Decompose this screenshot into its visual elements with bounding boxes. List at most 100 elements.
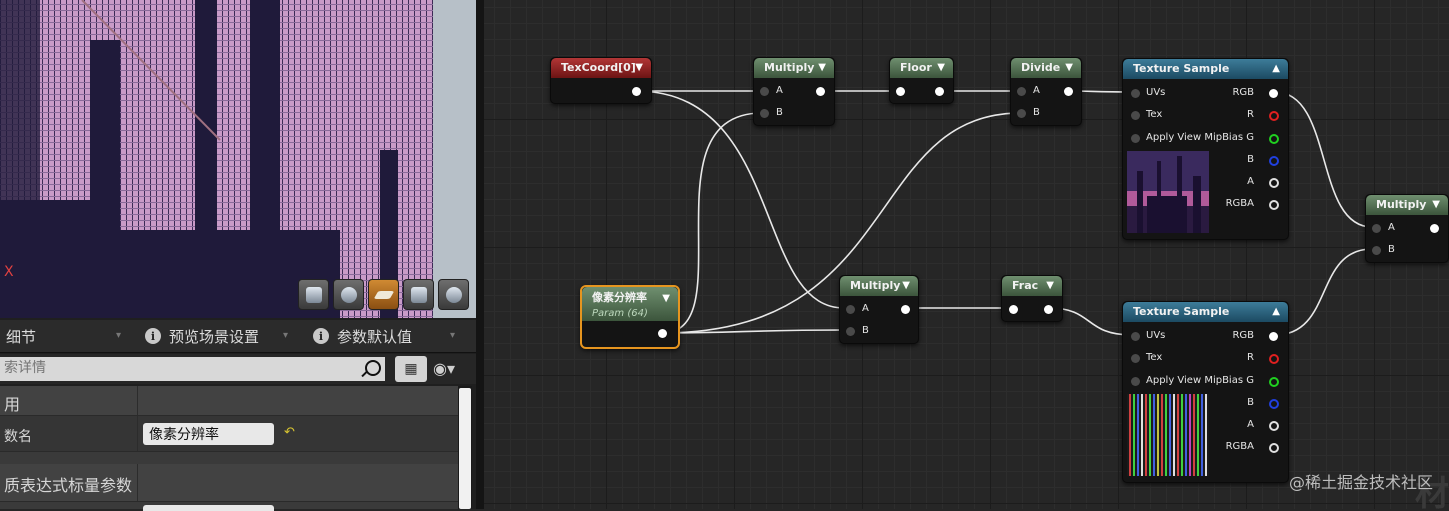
tab-preview-close-icon[interactable]: ▾	[283, 330, 288, 341]
scrollbar-thumb[interactable]	[459, 388, 471, 509]
chevron-down-icon[interactable]: ▼	[937, 58, 945, 78]
left-pane: X 细节 ▾ i 预览场景设置 ▾ i 参数默认值 ▾ ▦ ◉▾ 用	[0, 0, 476, 511]
info-icon: i	[145, 328, 161, 344]
input-pin[interactable]	[896, 87, 905, 96]
wire-texsample2-multiply-b	[1274, 248, 1373, 336]
node-texcoord[interactable]: TexCoord[0] ▼	[550, 57, 652, 104]
node-title: Multiply ▼	[754, 58, 834, 78]
material-preview-viewport[interactable]: X	[0, 0, 476, 318]
chevron-down-icon[interactable]: ▼	[1046, 276, 1054, 296]
output-pin-b[interactable]	[1269, 156, 1279, 166]
node-title-text: Multiply	[850, 279, 901, 292]
chevron-up-icon[interactable]: ▲	[1272, 302, 1280, 322]
input-pin-mip[interactable]	[1131, 377, 1140, 386]
pin-label: B	[776, 107, 783, 118]
tab-details-close-icon[interactable]: ▾	[116, 330, 121, 341]
input-pin-mip[interactable]	[1131, 134, 1140, 143]
pin-label: B	[1247, 154, 1254, 165]
pin-label: G	[1246, 375, 1254, 386]
material-graph-canvas[interactable]: TexCoord[0] ▼ Multiply ▼ A B Floor ▼ Divide…	[484, 0, 1449, 509]
output-pin[interactable]	[658, 329, 667, 338]
sphere-icon[interactable]	[333, 279, 364, 310]
output-pin[interactable]	[935, 87, 944, 96]
tab-details[interactable]: 细节	[6, 320, 36, 352]
cube-icon[interactable]	[403, 279, 434, 310]
pane-splitter[interactable]	[476, 0, 484, 509]
details-scrollbar[interactable]	[458, 386, 472, 509]
node-scalar-parameter[interactable]: 像素分辨率 Param (64) ▼	[580, 285, 680, 349]
details-search-box[interactable]	[0, 357, 385, 381]
chevron-down-icon[interactable]: ▼	[902, 276, 910, 296]
output-pin-a[interactable]	[1269, 178, 1279, 188]
next-field[interactable]	[143, 505, 274, 511]
node-multiply-2[interactable]: Multiply ▼ A B	[839, 275, 919, 344]
input-pin-tex[interactable]	[1131, 111, 1140, 120]
pin-label: A	[1247, 176, 1254, 187]
output-pin[interactable]	[901, 305, 910, 314]
reset-to-default-icon[interactable]: ↶	[284, 425, 295, 440]
tab-details-label: 细节	[6, 327, 37, 346]
output-pin-r[interactable]	[1269, 354, 1279, 364]
teapot-icon[interactable]	[438, 279, 469, 310]
tab-preview-scene-settings[interactable]: i 预览场景设置	[145, 320, 259, 352]
output-pin[interactable]	[632, 87, 641, 96]
output-pin-a[interactable]	[1269, 421, 1279, 431]
output-pin[interactable]	[1064, 87, 1073, 96]
output-pin-g[interactable]	[1269, 377, 1279, 387]
node-divide[interactable]: Divide ▼ A B	[1010, 57, 1082, 126]
input-pin-tex[interactable]	[1131, 354, 1140, 363]
parameter-name-field[interactable]: 像素分辨率	[143, 423, 274, 445]
node-title-text: Frac	[1012, 279, 1039, 292]
node-multiply-output[interactable]: Multiply ▼ A B	[1365, 194, 1449, 263]
chevron-down-icon[interactable]: ▼	[662, 291, 670, 306]
plane-icon[interactable]	[368, 279, 399, 310]
output-pin[interactable]	[1430, 224, 1439, 233]
output-pin[interactable]	[1044, 305, 1053, 314]
search-icon[interactable]	[365, 360, 381, 376]
chevron-down-icon[interactable]: ▼	[1432, 195, 1440, 215]
eye-icon[interactable]: ◉▾	[433, 359, 471, 379]
output-pin-b[interactable]	[1269, 399, 1279, 409]
tab-params-close-icon[interactable]: ▾	[450, 330, 455, 341]
input-pin-a[interactable]	[760, 87, 769, 96]
node-multiply-1[interactable]: Multiply ▼ A B	[753, 57, 835, 126]
grid-view-icon[interactable]: ▦	[395, 356, 427, 382]
input-pin-uvs[interactable]	[1131, 332, 1140, 341]
pin-label: RGBA	[1225, 441, 1254, 452]
pin-label: A	[1033, 85, 1040, 96]
output-pin[interactable]	[816, 87, 825, 96]
input-pin-b[interactable]	[760, 109, 769, 118]
pin-label: RGBA	[1225, 198, 1254, 209]
output-pin-rgba[interactable]	[1269, 200, 1279, 210]
node-texture-sample-2[interactable]: Texture Sample ▲ UVs Tex Apply View MipBi…	[1122, 301, 1289, 483]
output-pin-g[interactable]	[1269, 134, 1279, 144]
input-pin-uvs[interactable]	[1131, 89, 1140, 98]
input-pin-a[interactable]	[1372, 224, 1381, 233]
details-property-list: 用 数名 像素分辨率 ↶ 质表达式标量参数	[0, 386, 458, 511]
cylinder-icon[interactable]	[298, 279, 329, 310]
output-pin-rgb[interactable]	[1269, 89, 1278, 98]
node-frac[interactable]: Frac ▼	[1001, 275, 1063, 322]
output-pin-rgb[interactable]	[1269, 332, 1278, 341]
output-pin-rgba[interactable]	[1269, 443, 1279, 453]
details-tab-bar: 细节 ▾ i 预览场景设置 ▾ i 参数默认值 ▾	[0, 320, 476, 353]
input-pin-b[interactable]	[846, 327, 855, 336]
pin-label: B	[1388, 244, 1395, 255]
output-pin-r[interactable]	[1269, 111, 1279, 121]
input-pin-a[interactable]	[1017, 87, 1026, 96]
chevron-up-icon[interactable]: ▲	[1272, 59, 1280, 79]
chevron-down-icon[interactable]: ▼	[818, 58, 826, 78]
tab-parameter-defaults[interactable]: i 参数默认值	[313, 320, 412, 352]
section-header-general[interactable]: 用	[0, 386, 458, 416]
chevron-down-icon[interactable]: ▼	[635, 58, 643, 78]
node-title-text: Texture Sample	[1133, 62, 1230, 75]
input-pin[interactable]	[1009, 305, 1018, 314]
input-pin-b[interactable]	[1017, 109, 1026, 118]
chevron-down-icon[interactable]: ▼	[1065, 58, 1073, 78]
input-pin-a[interactable]	[846, 305, 855, 314]
search-input[interactable]	[0, 357, 348, 379]
node-texture-sample-1[interactable]: Texture Sample ▲ UVs Tex Apply View MipBi…	[1122, 58, 1289, 240]
node-floor[interactable]: Floor ▼	[889, 57, 954, 104]
section-header-scalar-param[interactable]: 质表达式标量参数	[0, 464, 458, 502]
input-pin-b[interactable]	[1372, 246, 1381, 255]
